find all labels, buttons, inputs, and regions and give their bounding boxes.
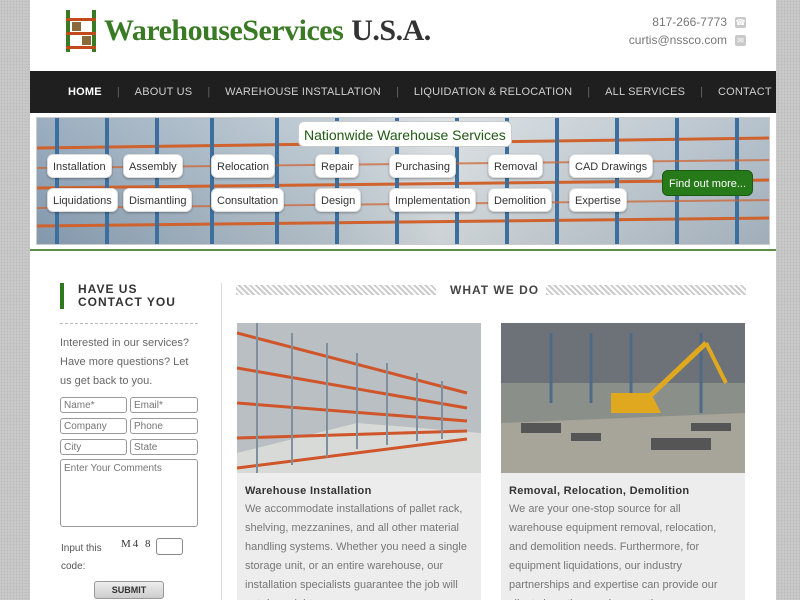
- phone-icon: ☎: [735, 16, 746, 28]
- main-nav: HOME | ABOUT US | WAREHOUSE INSTALLATION…: [30, 71, 776, 113]
- sidebar-divider: [60, 323, 198, 324]
- nav-separator: |: [116, 86, 120, 98]
- submit-button[interactable]: SUBMIT: [94, 581, 164, 599]
- nav-liquidation-relocation[interactable]: LIQUIDATION & RELOCATION: [414, 86, 572, 98]
- find-out-more-button[interactable]: Find out more...: [662, 170, 754, 196]
- service-removal[interactable]: Removal: [488, 154, 544, 178]
- logo-suffix: U.S.A.: [351, 14, 431, 47]
- contact-heading: HAVE US CONTACT YOU: [60, 283, 200, 309]
- services-banner: Nationwide Warehouse Services Installati…: [36, 117, 770, 245]
- nav-separator: |: [207, 86, 211, 98]
- service-installation[interactable]: Installation: [47, 154, 112, 178]
- demolition-photo: [501, 323, 745, 473]
- nav-all-services[interactable]: ALL SERVICES: [605, 86, 685, 98]
- name-field[interactable]: [60, 397, 127, 413]
- service-card-installation[interactable]: Warehouse Installation We accommodate in…: [237, 323, 481, 600]
- phone-field[interactable]: [130, 418, 198, 434]
- contact-info: 817-266-7773 ☎ curtis@nssco.com ✉: [629, 13, 746, 49]
- logo-text: WarehouseServices U.S.A.: [104, 14, 431, 48]
- service-expertise[interactable]: Expertise: [569, 188, 627, 212]
- rack-logo-icon: [66, 10, 96, 52]
- email-address[interactable]: curtis@nssco.com: [629, 33, 727, 47]
- nav-separator: |: [700, 86, 704, 98]
- contact-intro: Interested in our services? Have more qu…: [60, 337, 190, 387]
- comments-field[interactable]: [60, 459, 198, 527]
- logo[interactable]: WarehouseServices U.S.A.: [64, 6, 431, 54]
- captcha-input[interactable]: [156, 538, 183, 555]
- nav-separator: |: [587, 86, 591, 98]
- banner-title: Nationwide Warehouse Services: [298, 121, 512, 147]
- logo-brand: WarehouseServices: [104, 14, 344, 47]
- card-body: We are your one-stop source for all ware…: [509, 503, 718, 600]
- service-relocation[interactable]: Relocation: [211, 154, 275, 178]
- nav-contact[interactable]: CONTACT: [718, 86, 772, 98]
- card-title[interactable]: Removal, Relocation, Demolition: [509, 485, 745, 497]
- company-field[interactable]: [60, 418, 127, 434]
- service-cad-drawings[interactable]: CAD Drawings: [569, 154, 654, 178]
- nav-warehouse-installation[interactable]: WAREHOUSE INSTALLATION: [225, 86, 381, 98]
- service-demolition[interactable]: Demolition: [488, 188, 552, 212]
- hatch-decoration: [236, 285, 436, 295]
- city-field[interactable]: [60, 439, 127, 455]
- page: WarehouseServices U.S.A. 817-266-7773 ☎ c…: [30, 0, 776, 600]
- service-assembly[interactable]: Assembly: [123, 154, 183, 178]
- contact-sidebar: HAVE US CONTACT YOU Interested in our se…: [60, 283, 200, 391]
- captcha-label: Input this code:: [61, 543, 102, 572]
- card-title[interactable]: Warehouse Installation: [245, 485, 481, 497]
- column-divider: [221, 283, 222, 600]
- state-field[interactable]: [130, 439, 198, 455]
- nav-about-us[interactable]: ABOUT US: [135, 86, 193, 98]
- email-field[interactable]: [130, 397, 198, 413]
- service-dismantling[interactable]: Dismantling: [123, 188, 193, 212]
- section-divider: [30, 249, 776, 251]
- email-icon: ✉: [735, 34, 746, 46]
- phone-number[interactable]: 817-266-7773: [652, 15, 727, 29]
- service-repair[interactable]: Repair: [315, 154, 360, 178]
- service-card-removal[interactable]: Removal, Relocation, Demolition We are y…: [501, 323, 745, 600]
- service-design[interactable]: Design: [315, 188, 362, 212]
- warehouse-installation-photo: [237, 323, 481, 473]
- section-title: WHAT WE DO: [450, 283, 540, 297]
- nav-home[interactable]: HOME: [68, 86, 102, 98]
- nav-separator: |: [395, 86, 399, 98]
- what-we-do-header: WHAT WE DO: [236, 283, 746, 299]
- service-consultation[interactable]: Consultation: [211, 188, 285, 212]
- hatch-decoration: [546, 285, 746, 295]
- service-implementation[interactable]: Implementation: [389, 188, 477, 212]
- service-purchasing[interactable]: Purchasing: [389, 154, 457, 178]
- service-liquidations[interactable]: Liquidations: [47, 188, 118, 212]
- card-body: We accommodate installations of pallet r…: [245, 503, 467, 600]
